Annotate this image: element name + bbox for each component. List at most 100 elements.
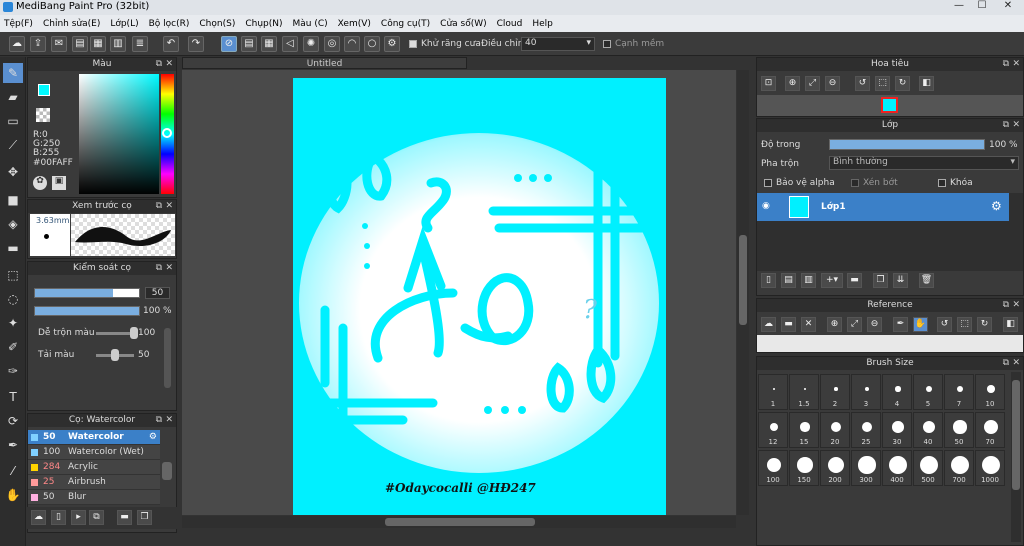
- popout-icon[interactable]: ⧉: [156, 200, 162, 213]
- brush-list-scrollbar[interactable]: [162, 462, 172, 480]
- settings-gear-icon[interactable]: ⚙: [384, 36, 400, 52]
- brush-size-cell[interactable]: 7: [944, 374, 974, 410]
- magic-wand-tool-icon[interactable]: ✦: [3, 313, 23, 333]
- brush-size-scrollbar[interactable]: [1011, 372, 1021, 542]
- new-8bit-layer-icon[interactable]: ▥: [801, 273, 816, 288]
- grid-icon[interactable]: ▥: [110, 36, 126, 52]
- brush-size-cell[interactable]: 40: [913, 412, 943, 448]
- color-wheel-icon[interactable]: ✿: [33, 176, 47, 190]
- eyedropper-icon[interactable]: ✒: [893, 317, 908, 332]
- cloud-icon[interactable]: ☁: [9, 36, 25, 52]
- brush-size-scroll-thumb[interactable]: [1012, 380, 1020, 490]
- rotate-left-icon[interactable]: ↺: [937, 317, 952, 332]
- add-brush-icon[interactable]: ▸: [71, 510, 86, 525]
- brush-item-watercolor[interactable]: 50 Watercolor ⚙: [28, 430, 160, 445]
- popout-icon[interactable]: ⧉: [1003, 299, 1009, 312]
- menu-view[interactable]: Xem(V): [338, 19, 371, 29]
- share-icon[interactable]: ⇪: [30, 36, 46, 52]
- popout-icon[interactable]: ⧉: [156, 262, 162, 275]
- amount-slider-handle[interactable]: [111, 349, 119, 361]
- hand-icon[interactable]: ✋: [913, 317, 928, 332]
- popout-icon[interactable]: ⧉: [1003, 58, 1009, 71]
- duplicate-layer-icon[interactable]: ❐: [873, 273, 888, 288]
- blend-mode-select[interactable]: Bình thường ▾: [829, 156, 1019, 170]
- zoom-fit-icon[interactable]: ⊡: [761, 76, 776, 91]
- new-halftone-layer-icon[interactable]: ▤: [781, 273, 796, 288]
- list-icon[interactable]: ≣: [132, 36, 148, 52]
- eyedropper-tool-icon[interactable]: ⁄: [3, 461, 23, 481]
- text-tool-icon[interactable]: T: [3, 387, 23, 407]
- brush-size-cell[interactable]: 50: [944, 412, 974, 448]
- ring-snap-icon[interactable]: ○: [364, 36, 380, 52]
- popout-icon[interactable]: ⧉: [156, 58, 162, 71]
- brush-size-cell[interactable]: 100: [758, 450, 788, 486]
- reset-view-icon[interactable]: ⬚: [957, 317, 972, 332]
- new-brush-icon[interactable]: ▯: [51, 510, 66, 525]
- bucket-tool-icon[interactable]: ◈: [3, 214, 23, 234]
- undo-icon[interactable]: ↶: [163, 36, 179, 52]
- brush-item-airbrush[interactable]: 25 Airbrush: [28, 475, 160, 490]
- menu-snap[interactable]: Chụp(N): [245, 19, 282, 29]
- eraser-tool-icon[interactable]: ▰: [3, 87, 23, 107]
- copy-brush-icon[interactable]: ⧉: [89, 510, 104, 525]
- close-reference-icon[interactable]: ✕: [801, 317, 816, 332]
- hue-slider-handle[interactable]: [162, 128, 172, 138]
- redo-icon[interactable]: ↷: [188, 36, 204, 52]
- close-panel-icon[interactable]: ✕: [165, 262, 173, 275]
- comment-icon[interactable]: ✉: [51, 36, 67, 52]
- menu-window[interactable]: Cửa sổ(W): [440, 19, 486, 29]
- brush-size-cell[interactable]: 1.5: [789, 374, 819, 410]
- menu-edit[interactable]: Chỉnh sửa(E): [43, 19, 100, 29]
- brush-item-acrylic[interactable]: 284 Acrylic: [28, 460, 160, 475]
- close-panel-icon[interactable]: ✕: [165, 200, 173, 213]
- menu-select[interactable]: Chọn(S): [199, 19, 235, 29]
- brush-item-blur[interactable]: 50 Blur: [28, 490, 160, 505]
- foreground-color-swatch[interactable]: [38, 84, 50, 96]
- close-panel-icon[interactable]: ✕: [1012, 58, 1020, 71]
- maximize-icon[interactable]: ☐: [971, 0, 993, 14]
- horizontal-scroll-thumb[interactable]: [385, 518, 535, 526]
- menu-tools[interactable]: Công cụ(T): [381, 19, 430, 29]
- protect-alpha-checkbox[interactable]: [764, 179, 772, 187]
- flip-icon[interactable]: ◧: [1003, 317, 1018, 332]
- layer-opacity-slider[interactable]: [829, 139, 985, 150]
- brush-size-cell[interactable]: 10: [975, 374, 1005, 410]
- vertical-scroll-thumb[interactable]: [739, 235, 747, 325]
- brush-size-cell[interactable]: 2: [820, 374, 850, 410]
- hand-tool-icon[interactable]: ✋: [3, 485, 23, 505]
- brush-size-cell[interactable]: 200: [820, 450, 850, 486]
- add-layer-menu-icon[interactable]: +▾: [821, 273, 843, 288]
- cloud-download-icon[interactable]: ☁: [761, 317, 776, 332]
- flip-icon[interactable]: ◧: [919, 76, 934, 91]
- adjust-select[interactable]: 40 ▾: [521, 37, 595, 51]
- reset-view-icon[interactable]: ⬚: [875, 76, 890, 91]
- menu-layer[interactable]: Lớp(L): [110, 19, 138, 29]
- lock-checkbox[interactable]: [938, 179, 946, 187]
- close-panel-icon[interactable]: ✕: [165, 58, 173, 71]
- vanishing-snap-icon[interactable]: ◁: [282, 36, 298, 52]
- menu-filter[interactable]: Bộ lọc(R): [149, 19, 190, 29]
- close-panel-icon[interactable]: ✕: [165, 414, 173, 427]
- radial-snap-icon[interactable]: ✺: [303, 36, 319, 52]
- brush-size-cell[interactable]: 30: [882, 412, 912, 448]
- operation-tool-icon[interactable]: ⟳: [3, 411, 23, 431]
- navigator-preview[interactable]: [757, 95, 1023, 116]
- duplicate-icon[interactable]: ❐: [137, 510, 152, 525]
- popout-icon[interactable]: ⧉: [1003, 357, 1009, 370]
- rotate-right-icon[interactable]: ↻: [895, 76, 910, 91]
- merge-layer-icon[interactable]: ⇊: [893, 273, 908, 288]
- zoom-in-icon[interactable]: ⊕: [827, 317, 842, 332]
- brush-size-cell[interactable]: 300: [851, 450, 881, 486]
- new-layer-icon[interactable]: ▯: [761, 273, 776, 288]
- brush-size-cell[interactable]: 70: [975, 412, 1005, 448]
- brush-size-cell[interactable]: 15: [789, 412, 819, 448]
- page-icon[interactable]: ▤: [72, 36, 88, 52]
- close-panel-icon[interactable]: ✕: [1012, 299, 1020, 312]
- transparent-color-swatch[interactable]: [36, 108, 50, 122]
- rotate-right-icon[interactable]: ↻: [977, 317, 992, 332]
- rectangle-tool-icon[interactable]: ▭: [3, 111, 23, 131]
- brush-opacity-slider[interactable]: [34, 306, 140, 316]
- brush-size-cell[interactable]: 1: [758, 374, 788, 410]
- brush-size-cell[interactable]: 5: [913, 374, 943, 410]
- dropper-tool-icon[interactable]: ✒: [3, 435, 23, 455]
